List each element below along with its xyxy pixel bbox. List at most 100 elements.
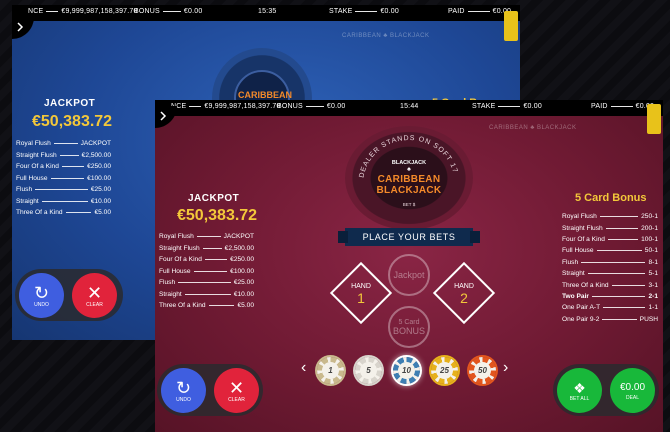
paytable-pay: €10.00 <box>90 197 111 205</box>
deal-button[interactable]: €0.00 DEAL <box>610 368 655 413</box>
undo-icon: ↻ <box>33 282 50 303</box>
paytable-hand: Straight <box>562 270 585 278</box>
paytable-row: Four Of a Kind €250.00 <box>16 161 111 173</box>
paytable-hand: Full House <box>16 174 48 182</box>
top-status-bar: NCE €9,999,987,158,397.70 BONUS €0.00 15:3… <box>12 5 520 21</box>
paytable-pay: 50-1 <box>644 247 658 255</box>
chip-next-arrow-icon[interactable]: › <box>503 359 508 377</box>
paytable-pay: €100.00 <box>87 174 111 182</box>
paytable-hand: Flush <box>562 258 579 266</box>
top-status-bar: NCE €9,999,987,158,397.70 BONUS €0.00 15:4… <box>155 100 663 116</box>
paytable-divider <box>603 307 646 309</box>
game-id-tab[interactable] <box>647 104 661 134</box>
paytable-row: Three Of a Kind €5.00 <box>16 207 111 219</box>
jackpot-amount: €50,383.72 <box>32 113 113 130</box>
paytable-row: Flush 8-1 <box>562 257 658 268</box>
paytable-row: Full House €100.00 <box>159 266 254 278</box>
undo-icon: ↻ <box>175 377 192 398</box>
logo-bottom-text: BET $ <box>402 202 416 207</box>
chip-10[interactable]: 10 <box>393 357 420 384</box>
paytable-pay: 2-1 <box>648 292 658 300</box>
table-brand-text: CARIBBEAN ♣ BLACKJACK <box>489 125 577 131</box>
chip-50[interactable]: 50 <box>469 357 496 384</box>
paytable-pay: 100-1 <box>641 235 658 243</box>
expand-menu-icon[interactable] <box>155 106 177 128</box>
bet-all-button[interactable]: ❖ BET ALL <box>557 368 602 413</box>
paytable-divider <box>178 282 231 284</box>
paytable-pay: 3-1 <box>648 281 658 289</box>
paytable-row: Straight Flush €2,500.00 <box>159 243 254 255</box>
undo-button[interactable]: ↻ UNDO <box>161 368 206 413</box>
paytable-pay: 5-1 <box>648 270 658 278</box>
paytable-divider <box>581 261 646 263</box>
paytable-divider <box>202 247 222 249</box>
paytable-divider <box>53 143 78 145</box>
bonus-value: €0.00 <box>326 103 346 110</box>
jackpot-title: JACKPOT <box>188 193 240 204</box>
paytable-divider <box>596 250 642 252</box>
balance-value: €9,999,987,158,397.70 <box>204 103 281 110</box>
paytable-divider <box>59 154 79 156</box>
chip-25[interactable]: 25 <box>431 357 458 384</box>
paytable-row: One Pair A-T 1-1 <box>562 302 658 313</box>
spade-icon: ♠ <box>407 166 411 173</box>
paid-label: PAID <box>591 103 608 110</box>
paytable-hand: One Pair A-T <box>562 304 601 312</box>
paytable-divider <box>35 189 88 191</box>
paytable-hand: Three Of a Kind <box>159 302 206 310</box>
paytable-hand: Royal Flush <box>562 213 597 221</box>
close-icon: ✕ <box>86 282 103 303</box>
balance-value: €9,999,987,158,397.70 <box>61 8 138 15</box>
clock: 15:35 <box>258 8 277 15</box>
paytable-divider <box>184 293 231 295</box>
paytable-divider <box>605 227 639 229</box>
jackpot-bet-spot[interactable]: Jackpot <box>388 254 430 296</box>
jackpot-paytable: Royal Flush JACKPOT Straight Flush €2,500.0… <box>159 231 254 312</box>
paytable-pay: €25.00 <box>90 186 111 194</box>
paytable-pay: €5.00 <box>237 302 254 310</box>
undo-button[interactable]: ↻ UNDO <box>19 273 64 318</box>
game-id-tab[interactable] <box>504 11 518 41</box>
paytable-hand: Straight Flush <box>16 151 57 159</box>
stake-value: €0.00 <box>380 8 399 15</box>
bonus-title: 5 Card Bonus <box>575 192 647 204</box>
bonus-bet-spot[interactable]: 5 Card BONUS <box>388 306 430 348</box>
chip-1[interactable]: 1 <box>317 357 344 384</box>
paytable-divider <box>602 318 637 320</box>
paytable-row: Full House 50-1 <box>562 245 658 256</box>
paytable-hand: Four Of a Kind <box>159 256 202 264</box>
chip-value: 5 <box>360 362 377 379</box>
expand-menu-icon[interactable] <box>12 17 34 39</box>
paytable-hand: Four Of a Kind <box>562 235 605 243</box>
paytable-pay: 250-1 <box>641 213 658 221</box>
paid-label: PAID <box>448 8 465 15</box>
paytable-divider <box>587 273 646 275</box>
paytable-row: Three Of a Kind €5.00 <box>159 300 254 312</box>
paytable-row: Royal Flush 250-1 <box>562 211 658 222</box>
paytable-hand: Full House <box>159 267 191 275</box>
paytable-divider <box>208 305 235 307</box>
paytable-row: Flush €25.00 <box>16 184 111 196</box>
chip-prev-arrow-icon[interactable]: ‹ <box>301 359 306 377</box>
paytable-row: Straight €10.00 <box>16 196 111 208</box>
logo-line2: BLACKJACK <box>376 185 442 196</box>
stake-value: €0.00 <box>523 103 542 110</box>
paytable-hand: Straight <box>16 197 39 205</box>
chip-value: 1 <box>322 362 339 379</box>
paytable-row: Royal Flush JACKPOT <box>159 231 254 243</box>
clock: 15:44 <box>400 103 419 110</box>
balance-label: NCE <box>28 8 44 15</box>
hand-2-label: HAND <box>454 283 474 290</box>
clear-button[interactable]: ✕ CLEAR <box>72 273 117 318</box>
bonus-label: BONUS <box>134 8 160 15</box>
chips-icon: ❖ <box>573 379 586 396</box>
paytable-pay: JACKPOT <box>223 233 254 241</box>
clear-button[interactable]: ✕ CLEAR <box>214 368 259 413</box>
paytable-pay: 200-1 <box>641 224 658 232</box>
paytable-divider <box>50 177 85 179</box>
chip-5[interactable]: 5 <box>355 357 382 384</box>
paytable-row: Four Of a Kind €250.00 <box>159 254 254 266</box>
paytable-row: Straight Flush €2,500.00 <box>16 150 111 162</box>
paytable-hand: Full House <box>562 247 594 255</box>
paytable-divider <box>599 216 639 218</box>
